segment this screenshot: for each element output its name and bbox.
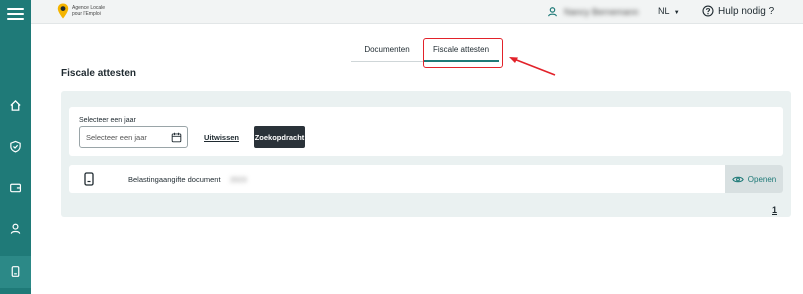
help-icon [702,5,714,17]
logo[interactable]: Agence Locale pour l'Emploi [57,3,112,19]
help-label: Hulp nodig ? [718,5,775,17]
certificates-panel: Selecteer een jaar Selecteer een jaar Ui… [61,91,791,217]
year-select-input[interactable]: Selecteer een jaar [79,126,188,148]
user-name: Nancy Bernemann [564,6,639,17]
top-bar: Agence Locale pour l'Emploi Nancy Bernem… [31,0,803,24]
year-select-placeholder: Selecteer een jaar [86,132,147,142]
open-label: Openen [747,174,777,184]
user-icon[interactable] [7,220,24,237]
chevron-down-icon: ▼ [673,10,680,16]
language-selector[interactable]: NL ▼ [658,6,680,16]
page-title: Fiscale attesten [61,68,137,79]
tab-documents[interactable]: Documenten [351,44,423,62]
search-button[interactable]: Zoekopdracht [254,126,305,148]
language-label: NL [658,6,670,16]
clear-button[interactable]: Uitwissen [204,133,239,142]
help-link[interactable]: Hulp nodig ? [702,5,774,17]
year-filter-label: Selecteer een jaar [79,117,136,124]
logo-text: Agence Locale pour l'Emploi [72,5,112,17]
calendar-icon[interactable] [171,132,182,143]
annotation-highlight-box [423,38,503,68]
document-name: Belastingaangifte document [128,175,221,184]
eye-icon [731,176,744,182]
logo-icon [57,3,69,19]
wallet-icon[interactable] [7,179,24,196]
document-row: Belastingaangifte document 2023 Openen [69,165,783,193]
open-document-button[interactable]: Openen [725,165,783,193]
tax-document-icon [84,172,94,186]
user-menu[interactable]: Nancy Bernemann [547,6,639,17]
logo-line-2: pour l'Emploi [72,11,101,17]
pagination-page-1[interactable]: 1 [772,205,777,215]
home-icon[interactable] [7,97,24,114]
document-year: 2023 [230,175,247,184]
sidebar [0,0,31,294]
filter-card: Selecteer een jaar Selecteer een jaar Ui… [69,107,783,156]
annotation-arrow-icon [509,57,556,76]
tax-document-icon[interactable] [7,263,24,280]
user-icon [547,7,558,17]
menu-icon[interactable] [7,8,24,22]
shield-check-icon[interactable] [7,138,24,155]
